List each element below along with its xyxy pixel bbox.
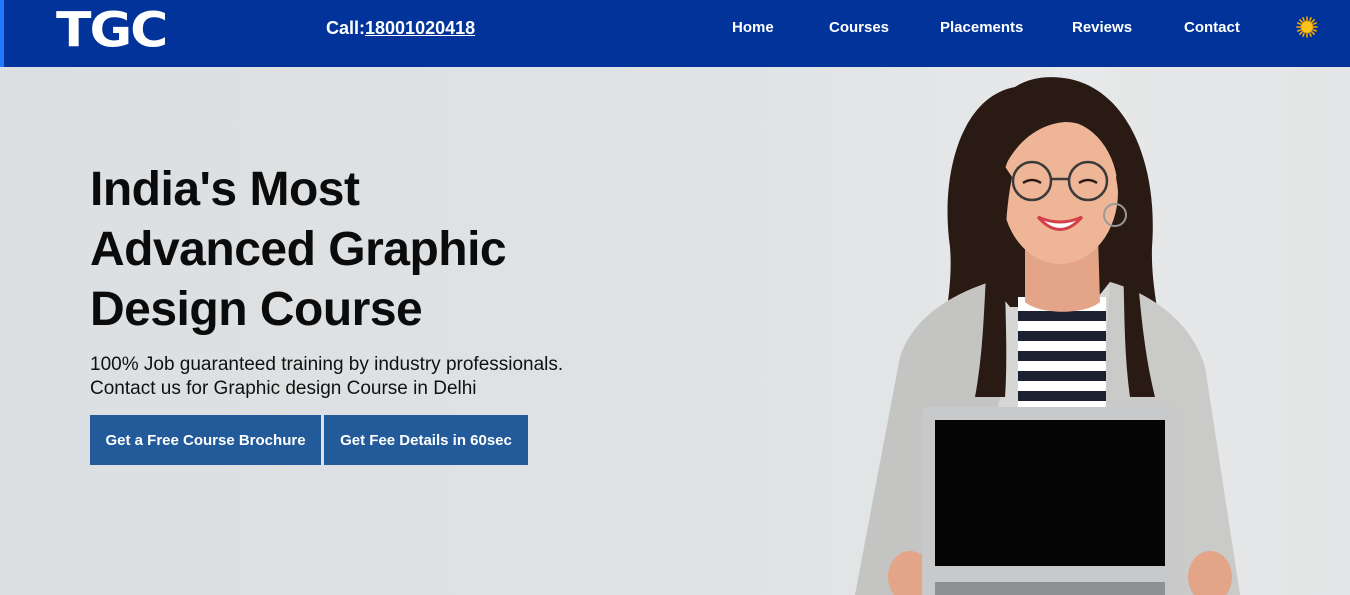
nav-contact[interactable]: Contact — [1184, 19, 1240, 36]
sun-icon[interactable] — [1296, 16, 1318, 38]
call-label: Call: — [326, 18, 366, 38]
woman-with-laptop-photo — [855, 77, 1240, 595]
nav-placements[interactable]: Placements — [940, 19, 1023, 36]
fee-details-button[interactable]: Get Fee Details in 60sec — [324, 415, 528, 465]
free-brochure-button[interactable]: Get a Free Course Brochure — [90, 415, 321, 465]
hero-subtext-line-2: Contact us for Graphic design Course in … — [90, 378, 477, 399]
hero-subtext-line-1: 100% Job guaranteed training by industry… — [90, 354, 564, 375]
nav-home[interactable]: Home — [732, 19, 774, 36]
logo[interactable]: TGC — [56, 2, 168, 59]
hero-subtext: 100% Job guaranteed training by industry… — [90, 353, 650, 401]
call-number-link[interactable]: 18001020418 — [365, 18, 475, 38]
call-info: Call:18001020418 — [326, 18, 475, 39]
top-navbar: TGC Call:18001020418 Home Courses Placem… — [0, 0, 1350, 67]
nav-reviews[interactable]: Reviews — [1072, 19, 1132, 36]
hero-headline: India's Most Advanced Graphic Design Cou… — [90, 163, 507, 336]
nav-courses[interactable]: Courses — [829, 19, 889, 36]
